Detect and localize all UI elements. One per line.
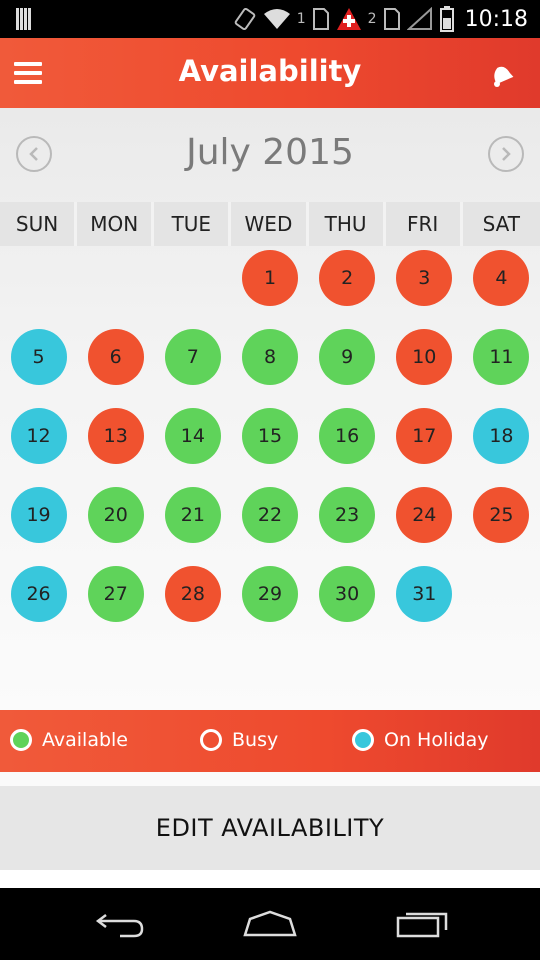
home-icon bbox=[243, 910, 297, 937]
sim1-label: 1 bbox=[296, 11, 306, 27]
calendar-day-11[interactable]: 11 bbox=[473, 329, 530, 385]
calendar-day-19[interactable]: 19 bbox=[10, 487, 67, 543]
wifi-icon bbox=[263, 9, 290, 29]
calendar-day-6[interactable]: 6 bbox=[87, 329, 144, 385]
calendar-day-31[interactable]: 31 bbox=[396, 566, 453, 622]
status-icons: 1 2 10:18 bbox=[233, 4, 528, 34]
calendar-day-3[interactable]: 3 bbox=[396, 250, 453, 306]
status-bar: 1 2 10:18 bbox=[0, 0, 540, 38]
navigation-bar bbox=[0, 888, 540, 960]
calendar-day-8[interactable]: 8 bbox=[242, 329, 298, 385]
signal-icon bbox=[406, 7, 432, 30]
busy-dot-icon bbox=[200, 729, 222, 751]
calendar-day-17[interactable]: 17 bbox=[396, 408, 453, 464]
calendar-day-4[interactable]: 4 bbox=[473, 250, 530, 306]
sim2-label: 2 bbox=[367, 11, 377, 27]
month-label: July 2015 bbox=[186, 132, 354, 173]
calendar-day-5[interactable]: 5 bbox=[10, 329, 67, 385]
weekday-label: MON bbox=[77, 202, 155, 246]
weekday-label: FRI bbox=[385, 202, 463, 246]
calendar-day-26[interactable]: 26 bbox=[10, 566, 67, 622]
sim-icon bbox=[383, 8, 400, 30]
calendar-day-29[interactable]: 29 bbox=[242, 566, 298, 622]
weekday-label: SUN bbox=[0, 202, 78, 246]
back-icon bbox=[95, 914, 144, 938]
legend-busy: Busy bbox=[200, 729, 278, 751]
chevron-right-icon bbox=[502, 147, 511, 161]
home-button[interactable] bbox=[240, 906, 300, 942]
legend-available-label: Available bbox=[42, 729, 129, 751]
calendar-day-2[interactable]: 2 bbox=[319, 250, 376, 306]
calendar-day-21[interactable]: 21 bbox=[164, 487, 221, 543]
vibrate-icon bbox=[234, 7, 256, 31]
calendar: July 2015 SUN MON TUE WED THU FRI SAT 12… bbox=[0, 108, 540, 710]
next-month-button[interactable] bbox=[488, 136, 524, 172]
barcode-icon bbox=[16, 8, 36, 30]
calendar-day-22[interactable]: 22 bbox=[242, 487, 298, 543]
weekday-label: TUE bbox=[154, 202, 232, 246]
legend-holiday: On Holiday bbox=[352, 729, 488, 751]
edit-availability-label: EDIT AVAILABILITY bbox=[155, 814, 385, 842]
legend-busy-label: Busy bbox=[232, 729, 279, 751]
recents-icon bbox=[396, 912, 448, 938]
page-title: Availability bbox=[178, 54, 362, 88]
calendar-day-13[interactable]: 13 bbox=[87, 408, 144, 464]
battery-icon bbox=[439, 6, 454, 32]
swiss-flag-icon bbox=[336, 8, 361, 30]
calendar-day-18[interactable]: 18 bbox=[473, 408, 530, 464]
month-header: July 2015 bbox=[0, 124, 540, 184]
legend-available: Available bbox=[10, 729, 128, 751]
legend: Available Busy On Holiday bbox=[0, 710, 540, 772]
calendar-day-10[interactable]: 10 bbox=[396, 329, 453, 385]
weekday-label: THU bbox=[308, 202, 386, 246]
calendar-day-20[interactable]: 20 bbox=[87, 487, 144, 543]
calendar-day-7[interactable]: 7 bbox=[164, 329, 221, 385]
clock: 10:18 bbox=[464, 6, 528, 32]
calendar-day-15[interactable]: 15 bbox=[242, 408, 298, 464]
calendar-day-1[interactable]: 1 bbox=[242, 250, 298, 306]
calendar-day-28[interactable]: 28 bbox=[164, 566, 221, 622]
calendar-day-9[interactable]: 9 bbox=[319, 329, 376, 385]
bell-icon[interactable] bbox=[488, 62, 514, 88]
calendar-day-30[interactable]: 30 bbox=[319, 566, 376, 622]
recents-button[interactable] bbox=[392, 906, 452, 942]
divider bbox=[0, 870, 540, 888]
calendar-day-14[interactable]: 14 bbox=[164, 408, 221, 464]
edit-availability-button[interactable]: EDIT AVAILABILITY bbox=[0, 786, 540, 870]
back-button[interactable] bbox=[90, 906, 150, 942]
calendar-day-25[interactable]: 25 bbox=[473, 487, 530, 543]
divider bbox=[0, 772, 540, 786]
weekday-label: WED bbox=[231, 202, 309, 246]
calendar-day-16[interactable]: 16 bbox=[319, 408, 376, 464]
weekday-label: SAT bbox=[462, 202, 540, 246]
weekday-header: SUN MON TUE WED THU FRI SAT bbox=[0, 202, 540, 246]
legend-holiday-label: On Holiday bbox=[384, 729, 489, 751]
app-bar: Availability bbox=[0, 38, 540, 108]
calendar-day-23[interactable]: 23 bbox=[319, 487, 376, 543]
sim-icon bbox=[312, 8, 329, 30]
holiday-dot-icon bbox=[352, 729, 374, 751]
calendar-day-12[interactable]: 12 bbox=[10, 408, 67, 464]
calendar-day-27[interactable]: 27 bbox=[87, 566, 144, 622]
available-dot-icon bbox=[10, 729, 32, 751]
calendar-day-24[interactable]: 24 bbox=[396, 487, 453, 543]
